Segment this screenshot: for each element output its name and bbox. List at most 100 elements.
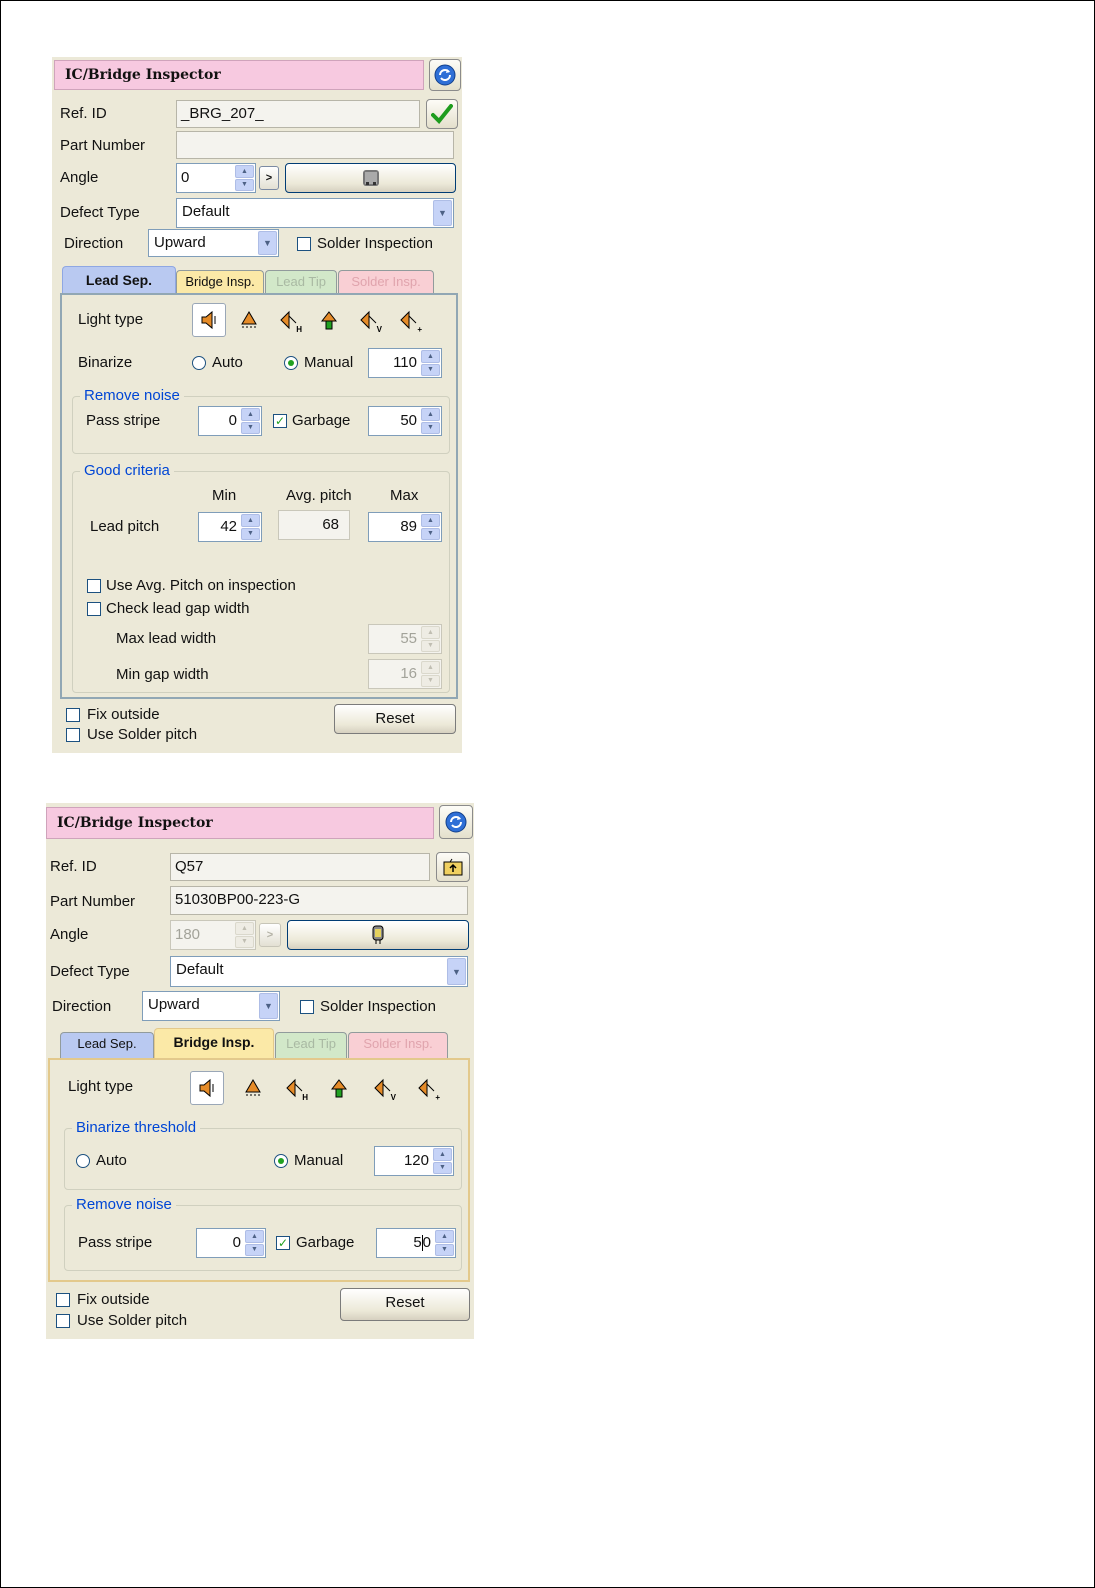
pass-stripe-stepper[interactable]: 0 ▲ ▼	[198, 406, 262, 436]
binarize-auto-radio[interactable]	[192, 356, 206, 370]
light-type-option-2[interactable]	[236, 1071, 270, 1105]
min-gap-width-stepper[interactable]: 16 ▲ ▼	[368, 659, 442, 689]
tab-lead-sep[interactable]: Lead Sep.	[62, 266, 176, 296]
pass-stripe-value: 0	[232, 1234, 241, 1251]
spin-down-icon[interactable]: ▼	[421, 363, 440, 376]
refresh-button[interactable]	[439, 805, 473, 839]
tab-lead-sep[interactable]: Lead Sep.	[60, 1032, 154, 1059]
binarize-manual-radio[interactable]	[274, 1154, 288, 1168]
spin-down-icon[interactable]: ▼	[421, 674, 440, 687]
tab-bridge-insp[interactable]: Bridge Insp.	[176, 270, 264, 295]
binarize-manual-radio[interactable]	[284, 356, 298, 370]
spin-down-icon[interactable]: ▼	[245, 1243, 264, 1256]
light-type-option-5[interactable]: V	[366, 1071, 400, 1105]
spin-down-icon[interactable]: ▼	[421, 421, 440, 434]
garbage-stepper[interactable]: 50 ▲ ▼	[376, 1228, 456, 1258]
chevron-down-icon[interactable]: ▼	[433, 200, 452, 226]
check-gap-checkbox[interactable]	[87, 602, 101, 616]
garbage-checkbox[interactable]: ✓	[276, 1236, 290, 1250]
garbage-stepper[interactable]: 50 ▲ ▼	[368, 406, 442, 436]
use-solder-pitch-label: Use Solder pitch	[87, 726, 198, 743]
spin-down-icon[interactable]: ▼	[421, 639, 440, 652]
light-type-option-5[interactable]: V	[352, 303, 386, 337]
spin-down-icon[interactable]: ▼	[241, 527, 260, 540]
lead-pitch-label: Lead pitch	[90, 518, 160, 535]
direction-select[interactable]: Upward ▼	[148, 229, 279, 257]
max-lead-width-stepper[interactable]: 55 ▲ ▼	[368, 624, 442, 654]
spin-down-icon[interactable]: ▼	[235, 935, 254, 948]
spin-down-icon[interactable]: ▼	[235, 178, 254, 191]
spin-down-icon[interactable]: ▼	[421, 527, 440, 540]
good-criteria-legend: Good criteria	[80, 462, 174, 480]
ref-id-field[interactable]: _BRG_207_	[176, 100, 420, 128]
light-type-option-3[interactable]: H	[272, 303, 306, 337]
defect-type-select[interactable]: Default ▼	[170, 956, 468, 987]
light-type-option-1[interactable]	[192, 303, 226, 337]
spin-down-icon[interactable]: ▼	[241, 421, 260, 434]
angle-stepper[interactable]: 0 ▲ ▼	[176, 163, 256, 193]
defect-type-select[interactable]: Default ▼	[176, 198, 454, 228]
lead-pitch-min-stepper[interactable]: 42 ▲ ▼	[198, 512, 262, 542]
spin-up-icon[interactable]: ▲	[241, 408, 260, 421]
use-solder-pitch-checkbox[interactable]	[66, 728, 80, 742]
spin-up-icon[interactable]: ▲	[421, 350, 440, 363]
refresh-button[interactable]	[429, 59, 461, 91]
solder-inspection-checkbox[interactable]	[297, 237, 311, 251]
spin-up-icon[interactable]: ▲	[421, 408, 440, 421]
tab-solder-insp[interactable]: Solder Insp.	[338, 270, 434, 295]
angle-go-button[interactable]: >	[259, 166, 279, 190]
light-type-option-4[interactable]	[312, 303, 346, 337]
light-type-option-6[interactable]: +	[392, 303, 426, 337]
spin-up-icon[interactable]: ▲	[235, 165, 254, 178]
spin-up-icon[interactable]: ▲	[421, 661, 440, 674]
pass-stripe-stepper[interactable]: 0 ▲ ▼	[196, 1228, 266, 1258]
max-lead-width-label: Max lead width	[116, 630, 217, 647]
spin-up-icon[interactable]: ▲	[241, 514, 260, 527]
reset-button[interactable]: Reset	[340, 1288, 470, 1321]
garbage-checkbox[interactable]: ✓	[273, 414, 287, 428]
spin-down-icon[interactable]: ▼	[433, 1161, 452, 1174]
reset-button[interactable]: Reset	[334, 704, 456, 734]
use-solder-pitch-checkbox[interactable]	[56, 1314, 70, 1328]
direction-select[interactable]: Upward ▼	[142, 991, 280, 1021]
chevron-down-icon[interactable]: ▼	[447, 958, 466, 985]
min-column-label: Min	[212, 487, 237, 504]
binarize-stepper[interactable]: 120 ▲ ▼	[374, 1146, 454, 1176]
spin-up-icon[interactable]: ▲	[435, 1230, 454, 1243]
lead-pitch-max-stepper[interactable]: 89 ▲ ▼	[368, 512, 442, 542]
spin-up-icon[interactable]: ▲	[235, 922, 254, 935]
light-type-option-4[interactable]	[322, 1071, 356, 1105]
fix-outside-checkbox[interactable]	[56, 1293, 70, 1307]
tab-bridge-insp[interactable]: Bridge Insp.	[154, 1028, 274, 1060]
spin-up-icon[interactable]: ▲	[421, 514, 440, 527]
apply-button[interactable]	[426, 99, 458, 129]
fix-outside-checkbox[interactable]	[66, 708, 80, 722]
load-part-button[interactable]	[436, 852, 470, 882]
chevron-down-icon[interactable]: ▼	[259, 993, 278, 1019]
spin-up-icon[interactable]: ▲	[433, 1148, 452, 1161]
tab-lead-tip[interactable]: Lead Tip	[275, 1032, 347, 1059]
rotate-preview-button[interactable]	[285, 163, 456, 193]
binarize-stepper[interactable]: 110 ▲ ▼	[368, 348, 442, 378]
tab-solder-insp[interactable]: Solder Insp.	[348, 1032, 448, 1059]
chevron-down-icon[interactable]: ▼	[258, 231, 277, 255]
part-number-field[interactable]: 51030BP00-223-G	[170, 886, 468, 915]
angle-stepper[interactable]: 180 ▲ ▼	[170, 920, 256, 950]
rotate-preview-button[interactable]	[287, 920, 469, 950]
garbage-value: 50	[400, 412, 417, 429]
tab-lead-tip[interactable]: Lead Tip	[265, 270, 337, 295]
light-type-option-1[interactable]	[190, 1071, 224, 1105]
solder-inspection-checkbox[interactable]	[300, 1000, 314, 1014]
light-type-option-2[interactable]	[232, 303, 266, 337]
light-type-option-3[interactable]: H	[278, 1071, 312, 1105]
part-number-field[interactable]	[176, 131, 454, 159]
ref-id-field[interactable]: Q57	[170, 853, 430, 881]
spin-up-icon[interactable]: ▲	[421, 626, 440, 639]
fix-outside-label: Fix outside	[77, 1291, 150, 1308]
use-avg-pitch-checkbox[interactable]	[87, 579, 101, 593]
spin-down-icon[interactable]: ▼	[435, 1243, 454, 1256]
spin-up-icon[interactable]: ▲	[245, 1230, 264, 1243]
angle-go-button[interactable]: >	[259, 923, 281, 947]
light-type-option-6[interactable]: +	[410, 1071, 444, 1105]
binarize-auto-radio[interactable]	[76, 1154, 90, 1168]
